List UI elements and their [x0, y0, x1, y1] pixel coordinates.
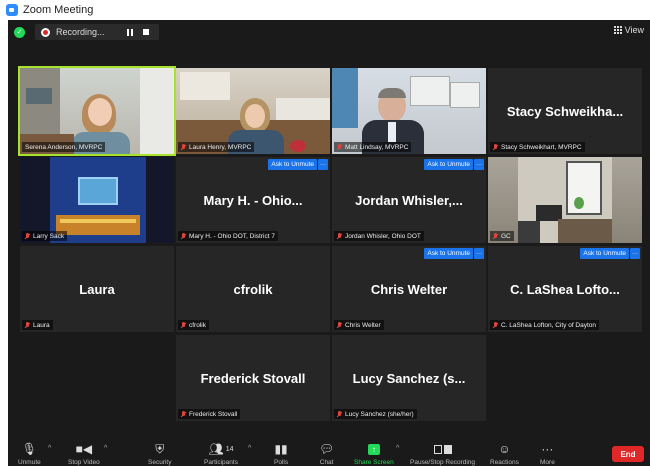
participant-name-label: GC	[490, 231, 514, 241]
audio-options-caret-icon[interactable]: ^	[48, 445, 51, 452]
reactions-button[interactable]: ☺ Reactions	[490, 442, 519, 466]
bar-chart-icon: ▮▮	[274, 442, 288, 456]
meeting-topbar: ✓ Recording... View	[8, 20, 650, 44]
share-screen-icon: ↑	[367, 442, 380, 456]
view-label: View	[624, 25, 644, 35]
ellipsis-icon: ···	[541, 442, 554, 456]
video-tile[interactable]: Laura Laura	[20, 246, 174, 332]
more-button[interactable]: ··· More	[540, 442, 555, 466]
video-tile[interactable]: Frederick Stovall Frederick Stovall	[176, 335, 330, 421]
video-tile[interactable]: Larry Sack	[20, 157, 174, 243]
participant-name-label: Larry Sack	[22, 231, 68, 241]
stop-recording-button[interactable]	[139, 26, 153, 38]
video-options-caret-icon[interactable]: ^	[104, 445, 107, 452]
participant-name-label: Mary H. - Ohio DOT, District 7	[178, 231, 278, 241]
zoom-logo-icon	[6, 4, 18, 16]
muted-mic-icon	[25, 232, 30, 240]
stop-icon	[142, 29, 149, 35]
participant-name-label: Stacy Schweikhart, MVRPC	[490, 142, 585, 152]
window-titlebar: Zoom Meeting	[0, 0, 650, 20]
video-tile[interactable]: Laura Henry, MVRPC	[176, 68, 330, 154]
video-tile[interactable]: Ask to Unmute ··· Mary H. - Ohio... Mary…	[176, 157, 330, 243]
muted-mic-icon	[337, 232, 342, 240]
muted-mic-icon	[181, 143, 186, 151]
shield-icon: ⛨	[155, 441, 165, 456]
view-button[interactable]: View	[613, 25, 644, 35]
participant-name-label: Jordan Whisler, Ohio DOT	[334, 231, 424, 241]
meeting-toolbar: 🎙︎ Unmute ^ ■◀ Stop Video ^ ⛨ Security 👥…	[8, 436, 650, 466]
pause-stop-recording-button[interactable]: Pause/Stop Recording	[410, 442, 475, 466]
video-tile[interactable]: Ask to Unmute ··· Chris Welter Chris Wel…	[332, 246, 486, 332]
muted-mic-icon	[181, 321, 186, 329]
muted-mic-icon	[181, 410, 186, 418]
muted-mic-icon	[25, 321, 30, 329]
participant-name-label: Chris Welter	[334, 320, 384, 330]
muted-mic-icon	[493, 143, 498, 151]
video-tile[interactable]: Serena Anderson, MVRPC	[18, 66, 176, 156]
window-title: Zoom Meeting	[23, 4, 94, 16]
video-tile[interactable]: Ask to Unmute ··· C. LaShea Lofto... C. …	[488, 246, 642, 332]
participant-name-label: Frederick Stovall	[178, 409, 241, 419]
participant-name-label: Laura Henry, MVRPC	[178, 142, 255, 152]
video-tile[interactable]: Matt Lindsay, MVRPC	[332, 68, 486, 154]
video-tile[interactable]: Lucy Sanchez (s... Lucy Sanchez (she/her…	[332, 335, 486, 421]
video-tile[interactable]: GC	[488, 157, 642, 243]
recording-dot-icon	[41, 27, 50, 37]
pause-stop-icon	[433, 442, 452, 456]
video-tile[interactable]: cfrolik cfrolik	[176, 246, 330, 332]
muted-microphone-icon: 🎙︎	[21, 442, 37, 456]
smiley-face-icon: ☺	[498, 442, 511, 456]
participants-options-caret-icon[interactable]: ^	[248, 445, 251, 452]
security-button[interactable]: ⛨ Security	[148, 442, 171, 466]
chat-button[interactable]: 💬︎ Chat	[319, 442, 334, 466]
video-tile[interactable]: Stacy Schweikha... Stacy Schweikhart, MV…	[488, 68, 642, 154]
recording-label: Recording...	[56, 27, 105, 37]
muted-mic-icon	[493, 232, 498, 240]
participant-name-label: Laura	[22, 320, 53, 330]
recording-indicator: Recording...	[35, 24, 159, 40]
grid-view-icon	[613, 26, 622, 34]
share-screen-button[interactable]: ↑ Share Screen	[354, 442, 394, 466]
participants-icon: 👥︎ 14	[208, 442, 234, 456]
participant-count: 14	[225, 445, 234, 453]
participant-name-label: cfrolik	[178, 320, 209, 330]
participant-name-label: Serena Anderson, MVRPC	[22, 142, 106, 152]
pause-recording-button[interactable]	[123, 26, 137, 38]
video-tile[interactable]: Ask to Unmute ··· Jordan Whisler,... Jor…	[332, 157, 486, 243]
participant-name-label: Lucy Sanchez (she/her)	[334, 409, 417, 419]
encryption-shield-icon[interactable]: ✓	[14, 26, 25, 38]
end-meeting-button[interactable]: End	[612, 446, 644, 462]
participant-name-label: Matt Lindsay, MVRPC	[334, 142, 412, 152]
video-camera-icon: ■◀	[75, 442, 93, 456]
muted-mic-icon	[337, 143, 342, 151]
participants-button[interactable]: 👥︎ 14 Participants	[204, 442, 238, 466]
unmute-button[interactable]: 🎙︎ Unmute	[18, 442, 41, 466]
chat-bubble-icon: 💬︎	[319, 442, 335, 456]
muted-mic-icon	[493, 321, 498, 329]
pause-icon	[126, 28, 133, 36]
muted-mic-icon	[337, 410, 342, 418]
polls-button[interactable]: ▮▮ Polls	[274, 442, 288, 466]
meeting-window: ✓ Recording... View Serena Anderson, MVR…	[8, 20, 650, 466]
muted-mic-icon	[337, 321, 342, 329]
participant-name-label: C. LaShea Lofton, City of Dayton	[490, 320, 600, 330]
share-options-caret-icon[interactable]: ^	[396, 445, 399, 452]
muted-mic-icon	[181, 232, 186, 240]
stop-video-button[interactable]: ■◀ Stop Video	[68, 442, 100, 466]
